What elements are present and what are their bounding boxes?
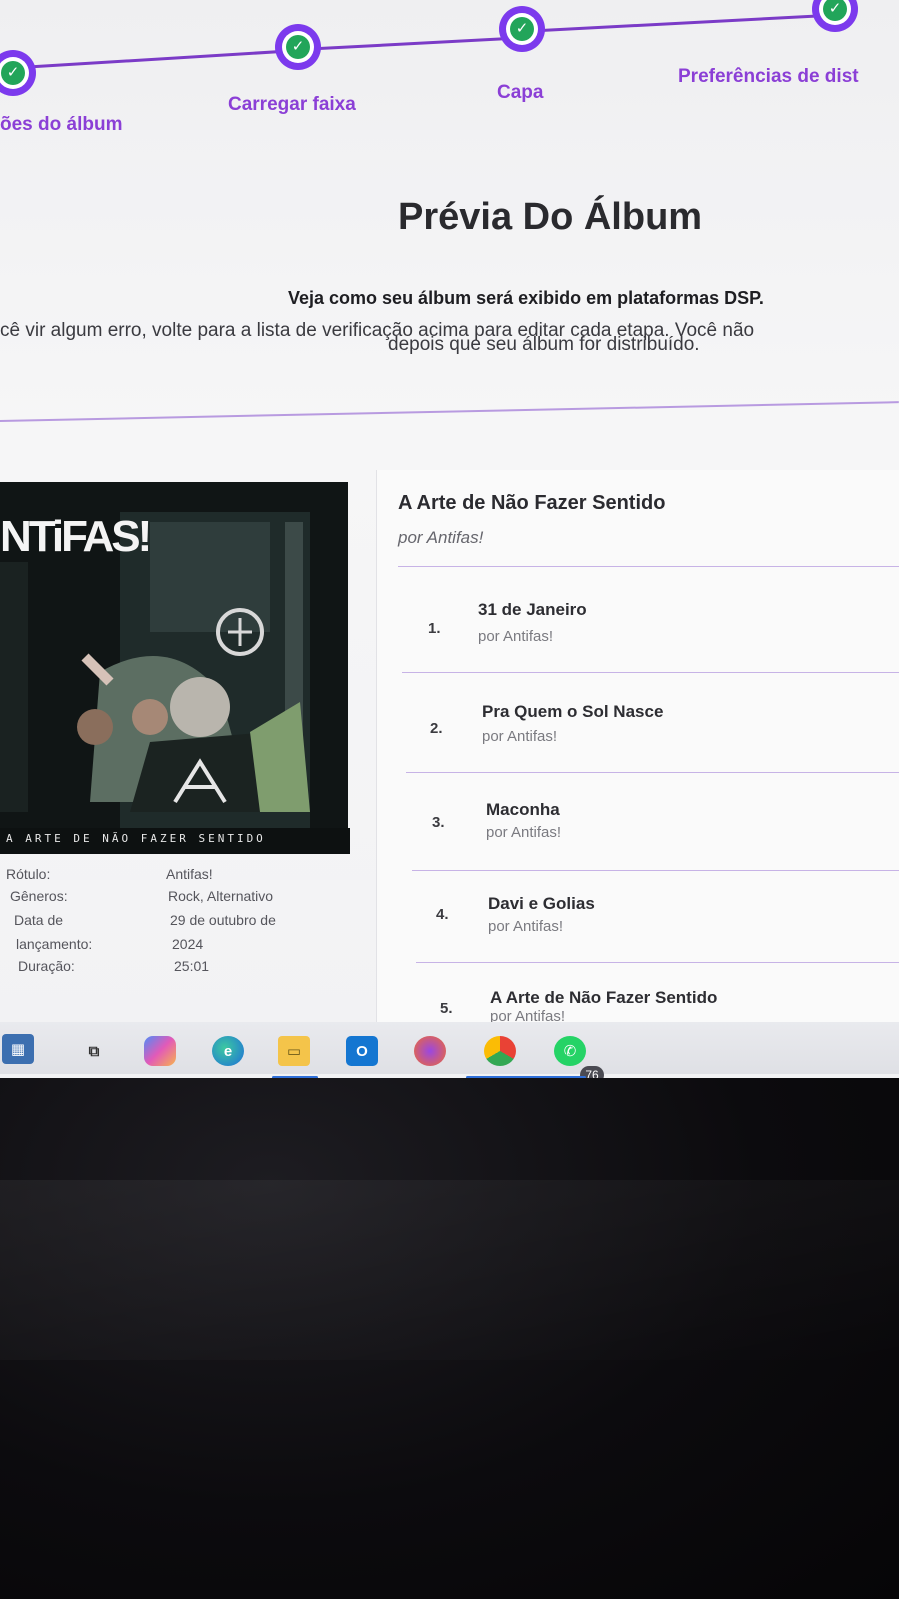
- track-number: 2.: [430, 720, 443, 737]
- track-title[interactable]: Maconha: [486, 800, 560, 820]
- checkmark-icon: ✓: [510, 17, 534, 41]
- file-explorer-icon[interactable]: ▭: [278, 1036, 310, 1066]
- copilot-icon[interactable]: [144, 1036, 176, 1066]
- track-number: 1.: [428, 620, 441, 637]
- meta-genres-label: Gêneros:: [10, 888, 68, 904]
- page-subtitle: Veja como seu álbum será exibido em plat…: [288, 288, 764, 308]
- track-title[interactable]: Davi e Golias: [488, 894, 595, 914]
- stepper-connector: [299, 36, 522, 51]
- step-4-complete[interactable]: ✓: [812, 0, 858, 32]
- stepper-connector: [521, 13, 842, 33]
- outlook-icon[interactable]: O: [346, 1036, 378, 1066]
- checkmark-icon: ✓: [1, 61, 25, 85]
- meta-release-label-2: lançamento:: [16, 936, 93, 952]
- section-divider: [0, 401, 899, 422]
- track-title[interactable]: 31 de Janeiro: [478, 600, 587, 620]
- checkmark-icon: ✓: [286, 35, 310, 59]
- windows-taskbar: [0, 1022, 899, 1074]
- track-divider: [416, 962, 899, 963]
- cover-band-logo: NTiFAS!: [0, 512, 152, 561]
- bezel-reflection: [0, 1180, 899, 1360]
- firefox-icon[interactable]: [414, 1036, 446, 1066]
- track-artist: por Antifas!: [482, 728, 558, 745]
- step-label-album-info[interactable]: ões do álbum: [0, 114, 122, 136]
- task-view-icon[interactable]: ⧉: [78, 1036, 110, 1066]
- meta-release-value-1: 29 de outubro de: [170, 912, 276, 928]
- info-text-line-2: depois que seu álbum for distribuído.: [388, 334, 700, 355]
- track-artist: por Antifas!: [478, 628, 554, 645]
- page-title: Prévia Do Álbum: [398, 196, 703, 238]
- track-title[interactable]: A Arte de Não Fazer Sentido: [490, 988, 717, 1008]
- chrome-icon[interactable]: [484, 1036, 516, 1066]
- album-artist: por Antifas!: [398, 528, 484, 547]
- browser-screen: ✓ ✓ ✓ ✓ ões do álbum Carregar faixa Capa…: [0, 0, 899, 1080]
- step-3-complete[interactable]: ✓: [499, 6, 545, 52]
- track-artist: por Antifas!: [488, 918, 564, 935]
- meta-duration-label: Duração:: [18, 958, 75, 974]
- track-number: 3.: [432, 814, 445, 831]
- track-divider: [402, 672, 899, 673]
- meta-genres-value: Rock, Alternativo: [168, 888, 274, 904]
- start-menu-icon[interactable]: ▦: [2, 1034, 34, 1064]
- step-label-cover[interactable]: Capa: [497, 82, 543, 104]
- tracklist-panel: [376, 470, 899, 1040]
- cover-caption: A ARTE DE NÃO FAZER SENTIDO: [6, 832, 266, 845]
- step-2-complete[interactable]: ✓: [275, 24, 321, 70]
- step-label-upload-track[interactable]: Carregar faixa: [228, 94, 356, 116]
- edge-browser-icon[interactable]: e: [212, 1036, 244, 1066]
- meta-label-label: Rótulo:: [6, 866, 51, 882]
- whatsapp-icon[interactable]: ✆: [554, 1036, 586, 1066]
- meta-release-label-1: Data de: [14, 912, 64, 928]
- track-title[interactable]: Pra Quem o Sol Nasce: [482, 702, 663, 722]
- checkmark-icon: ✓: [823, 0, 847, 21]
- step-1-complete[interactable]: ✓: [0, 50, 36, 96]
- meta-release-value-2: 2024: [172, 936, 204, 952]
- track-divider: [406, 772, 899, 773]
- step-label-distribution-preferences[interactable]: Preferências de dist: [678, 66, 859, 88]
- meta-duration-value: 25:01: [174, 958, 210, 974]
- track-number: 4.: [436, 906, 449, 923]
- album-title: A Arte de Não Fazer Sentido: [398, 492, 666, 514]
- stepper-connector: [19, 49, 298, 69]
- track-divider: [412, 870, 899, 871]
- track-artist: por Antifas!: [486, 824, 562, 841]
- meta-label-value: Antifas!: [166, 866, 213, 882]
- album-header-divider: [398, 566, 899, 567]
- track-number: 5.: [440, 1000, 453, 1017]
